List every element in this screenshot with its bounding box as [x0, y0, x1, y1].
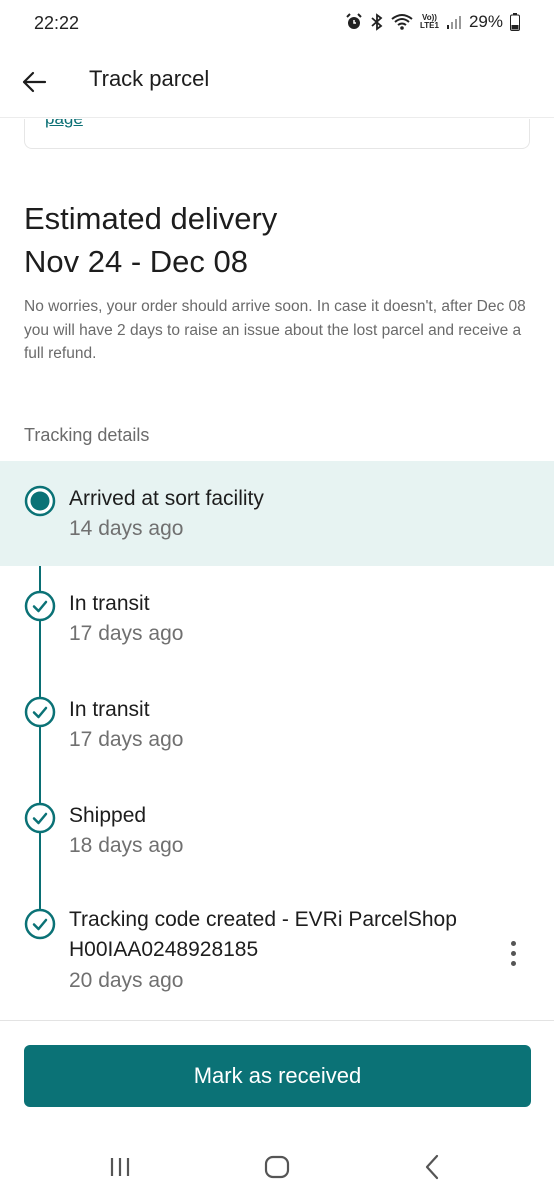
event-title: Shipped	[69, 804, 147, 827]
lte-label: LTE1	[420, 21, 439, 30]
event-title: Arrived at sort facility	[69, 487, 264, 510]
tracking-event: In transit 17 days ago	[0, 566, 554, 672]
system-nav-bar	[0, 1130, 554, 1200]
previous-card: page	[24, 119, 530, 149]
tracking-details-label: Tracking details	[24, 425, 150, 445]
delivery-note: No worries, your order should arrive soo…	[24, 298, 526, 362]
home-icon	[264, 1155, 290, 1179]
status-icons: Vo)) LTE1 29%	[345, 12, 520, 32]
check-circle-icon	[24, 696, 56, 728]
mark-as-received-button[interactable]: Mark as received	[24, 1045, 531, 1107]
event-time: 17 days ago	[69, 622, 184, 645]
event-title: In transit	[69, 698, 150, 721]
lte-indicator: Vo)) LTE1	[420, 14, 439, 30]
bottom-divider	[0, 1020, 554, 1021]
more-vert-icon	[510, 940, 516, 946]
alarm-icon	[346, 13, 362, 29]
back-nav-button[interactable]	[412, 1152, 452, 1182]
status-time: 22:22	[34, 13, 80, 33]
recent-apps-button[interactable]	[100, 1152, 140, 1182]
check-circle-icon	[24, 802, 56, 834]
bluetooth-icon	[371, 13, 383, 31]
tracking-event: Tracking code created - EVRi ParcelShop …	[0, 885, 554, 1005]
status-bar: 22:22 Vo)) LTE1 29%	[0, 0, 554, 50]
page-title: Track parcel	[89, 66, 210, 91]
estimated-delivery-dates: Nov 24 - Dec 08	[24, 244, 248, 279]
tracking-event: Arrived at sort facility 14 days ago	[0, 461, 554, 566]
battery-percent: 29%	[468, 12, 503, 31]
recent-apps-icon	[110, 1158, 130, 1176]
check-circle-icon	[24, 590, 56, 622]
wifi-icon	[391, 14, 413, 30]
tracking-event: Shipped 18 days ago	[0, 778, 554, 884]
app-bar: Track parcel	[0, 52, 554, 118]
chevron-left-icon	[425, 1154, 439, 1180]
more-options-button[interactable]	[500, 933, 526, 973]
check-circle-icon	[24, 908, 56, 940]
event-time: 17 days ago	[69, 728, 184, 751]
battery-icon	[510, 13, 520, 31]
arrow-left-icon	[22, 71, 47, 93]
event-time: 20 days ago	[69, 969, 184, 992]
event-time: 14 days ago	[69, 517, 184, 540]
event-time: 18 days ago	[69, 834, 184, 857]
tracking-event: In transit 17 days ago	[0, 672, 554, 778]
page-link[interactable]: page	[45, 119, 83, 129]
signal-icon	[446, 16, 461, 29]
estimated-delivery-title: Estimated delivery	[24, 201, 278, 236]
tracking-timeline: Arrived at sort facility 14 days ago In …	[0, 461, 554, 884]
home-button[interactable]	[257, 1152, 297, 1182]
event-title: Tracking code created - EVRi ParcelShop …	[69, 908, 457, 961]
back-button[interactable]	[14, 62, 54, 102]
current-status-icon	[24, 485, 56, 517]
event-title: In transit	[69, 592, 150, 615]
